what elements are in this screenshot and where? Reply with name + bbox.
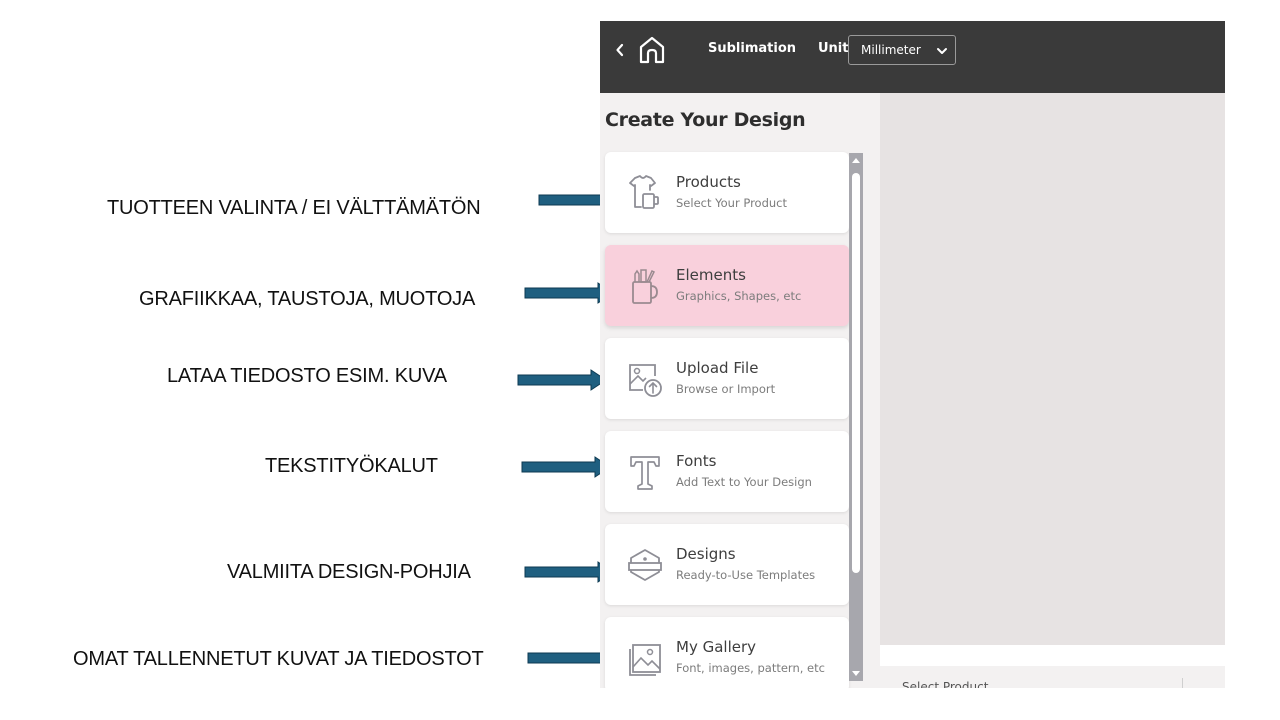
bottom-bar: Select Product (880, 666, 1225, 688)
annotation-gallery: OMAT TALLENNETUT KUVAT JA TIEDOSTOT (73, 648, 484, 670)
mode-label: Sublimation (708, 41, 797, 56)
home-button[interactable] (638, 35, 666, 65)
menu-item-designs[interactable]: Designs Ready-to-Use Templates (605, 524, 849, 605)
scroll-thumb[interactable] (852, 173, 860, 573)
scroll-down-button[interactable] (849, 667, 863, 681)
divider (1182, 678, 1183, 688)
menu-item-title: My Gallery (676, 638, 757, 656)
menu-item-elements[interactable]: Elements Graphics, Shapes, etc (605, 245, 849, 326)
image-upload-icon (625, 360, 665, 400)
scroll-up-button[interactable] (849, 153, 863, 167)
home-icon (639, 36, 665, 64)
menu-item-fonts[interactable]: Fonts Add Text to Your Design (605, 431, 849, 512)
menu-item-my-gallery[interactable]: My Gallery Font, images, pattern, etc (605, 617, 849, 688)
unit-select[interactable]: Millimeter (848, 35, 956, 65)
menu-item-products[interactable]: Products Select Your Product (605, 152, 849, 233)
design-app-window: Sublimation Unit Millimeter Create Your … (600, 21, 1225, 688)
panel-scrollbar[interactable] (849, 153, 863, 681)
menu-item-subtitle: Browse or Import (676, 382, 776, 396)
annotation-upload: LATAA TIEDOSTO ESIM. KUVA (167, 365, 447, 387)
annotation-fonts: TEKSTITYÖKALUT (265, 455, 438, 477)
menu-item-subtitle: Select Your Product (676, 196, 788, 210)
design-canvas[interactable] (880, 93, 1225, 645)
panel-title: Create Your Design (605, 109, 806, 131)
menu-item-upload-file[interactable]: Upload File Browse or Import (605, 338, 849, 419)
menu-item-subtitle: Ready-to-Use Templates (676, 568, 816, 582)
create-design-panel: Create Your Design Products Select Your … (600, 93, 880, 688)
menu-item-title: Upload File (676, 359, 759, 377)
back-button[interactable] (612, 38, 628, 62)
select-product-label[interactable]: Select Product (902, 680, 988, 688)
top-bar: Sublimation Unit Millimeter (600, 21, 1225, 93)
unit-select-value: Millimeter (861, 43, 921, 57)
annotation-designs: VALMIITA DESIGN-POHJIA (227, 561, 471, 583)
gallery-image-icon (625, 639, 665, 679)
menu-item-title: Elements (676, 266, 746, 284)
menu-item-subtitle: Graphics, Shapes, etc (676, 289, 802, 303)
annotation-products: TUOTTEEN VALINTA / EI VÄLTTÄMÄTÖN (107, 197, 481, 219)
pencil-cup-icon (625, 267, 665, 307)
chevron-left-icon (616, 43, 624, 57)
chevron-down-icon (937, 48, 947, 54)
menu-item-title: Fonts (676, 452, 717, 470)
triangle-up-icon (852, 158, 860, 163)
text-t-icon (625, 453, 665, 493)
menu-item-title: Designs (676, 545, 736, 563)
menu-item-title: Products (676, 173, 741, 191)
tshirt-mug-icon (625, 174, 665, 214)
triangle-down-icon (852, 671, 860, 676)
menu-item-subtitle: Add Text to Your Design (676, 475, 812, 489)
menu-item-subtitle: Font, images, pattern, etc (676, 661, 825, 675)
annotation-elements: GRAFIIKKAA, TAUSTOJA, MUOTOJA (139, 288, 476, 310)
badge-template-icon (625, 546, 665, 586)
arrow-icon (521, 456, 611, 478)
canvas-separator (880, 645, 1225, 666)
arrow-icon (517, 369, 607, 391)
unit-label: Unit (818, 41, 849, 56)
